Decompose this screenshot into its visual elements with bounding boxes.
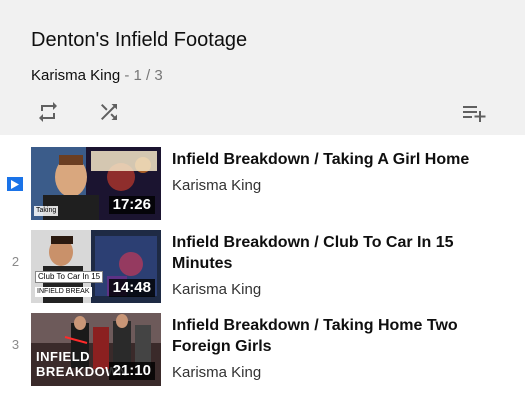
- meta-separator: -: [120, 67, 134, 84]
- playlist-header: Denton's Infield Footage Karisma King - …: [0, 0, 525, 135]
- video-duration: 14:48: [108, 279, 155, 297]
- thumbnail-caption: INFIELD BREAK: [35, 287, 92, 297]
- video-duration: 17:26: [108, 196, 155, 214]
- video-duration: 21:10: [108, 362, 155, 380]
- playlist-position: 1 / 3: [133, 67, 163, 84]
- video-thumbnail[interactable]: INFIELD BREAKDOWN 21:10: [31, 313, 161, 386]
- shuffle-icon: [101, 104, 117, 120]
- video-channel[interactable]: Karisma King: [172, 281, 512, 299]
- item-index: 3: [11, 337, 20, 352]
- item-index: 2: [11, 254, 20, 269]
- loop-icon: [39, 102, 57, 122]
- video-thumbnail[interactable]: Club To Car In 15 INFIELD BREAK 14:48: [31, 230, 161, 303]
- thumbnail-caption: Taking: [34, 206, 59, 216]
- video-title[interactable]: Infield Breakdown / Taking A Girl Home: [172, 149, 512, 170]
- video-thumbnail[interactable]: Taking 17:26: [31, 147, 161, 220]
- playlist-title[interactable]: Denton's Infield Footage: [31, 29, 247, 52]
- shuffle-button[interactable]: [95, 98, 123, 126]
- video-info: Infield Breakdown / Taking A Girl Home K…: [172, 149, 512, 195]
- video-channel[interactable]: Karisma King: [172, 177, 512, 195]
- thumbnail-caption: Club To Car In 15: [35, 271, 104, 283]
- thumbnail-caption: INFIELD: [36, 349, 91, 364]
- video-title[interactable]: Infield Breakdown / Taking Home Two Fore…: [172, 315, 512, 357]
- playlist-add-icon: [463, 106, 486, 122]
- now-playing-icon: [7, 177, 23, 191]
- video-info: Infield Breakdown / Club To Car In 15 Mi…: [172, 232, 512, 299]
- playlist-item[interactable]: 3 INFIELD BREAKDOWN 21:10 Infield Breakd…: [0, 305, 525, 386]
- playlist-item[interactable]: Taking 17:26 Infield Breakdown / Taking …: [0, 139, 525, 220]
- playlist-owner[interactable]: Karisma King: [31, 67, 120, 84]
- loop-button[interactable]: [34, 98, 62, 126]
- video-title[interactable]: Infield Breakdown / Club To Car In 15 Mi…: [172, 232, 512, 274]
- playlist-meta: Karisma King - 1 / 3: [31, 67, 163, 84]
- video-info: Infield Breakdown / Taking Home Two Fore…: [172, 315, 512, 382]
- playlist-item[interactable]: 2 Club To Car In 15 INFIELD BREAK 14:48 …: [0, 222, 525, 303]
- playlist-panel: Denton's Infield Footage Karisma King - …: [0, 0, 525, 417]
- video-channel[interactable]: Karisma King: [172, 364, 512, 382]
- save-to-playlist-button[interactable]: [460, 98, 488, 126]
